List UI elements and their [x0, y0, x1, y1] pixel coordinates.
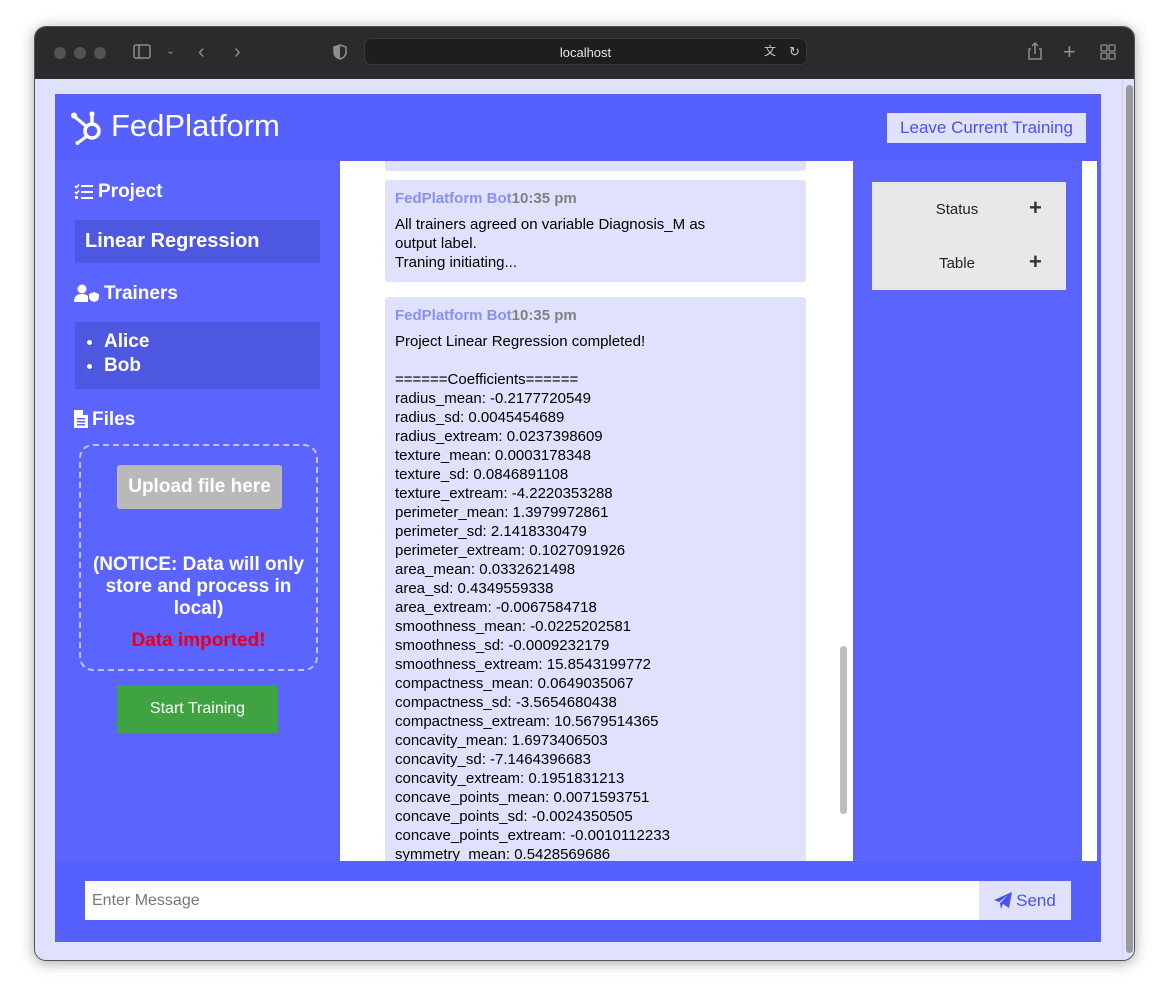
- page-scrollbar[interactable]: [1122, 79, 1134, 960]
- trainers-label: Trainers: [104, 283, 178, 304]
- back-icon[interactable]: ‹: [198, 42, 205, 62]
- page-viewport: FedPlatform Leave Current Training Proje…: [35, 79, 1122, 960]
- paper-plane-icon: [994, 892, 1013, 909]
- tab-overview-icon[interactable]: [1100, 44, 1116, 63]
- local-data-notice: (NOTICE: Data will only store and proces…: [92, 554, 305, 619]
- project-name: Linear Regression: [75, 220, 320, 263]
- table-accordion-item[interactable]: Table +: [872, 236, 1066, 290]
- project-label: Project: [98, 181, 163, 202]
- page-scrollbar-thumb[interactable]: [1126, 85, 1133, 953]
- file-icon: [74, 410, 88, 428]
- user-shield-icon: [74, 284, 99, 302]
- status-label: Status: [935, 201, 979, 218]
- leave-training-button[interactable]: Leave Current Training: [887, 113, 1086, 143]
- right-edge-strip: [1082, 161, 1097, 861]
- browser-titlebar: ⌄ ‹ › localhost 文 ↻ +: [35, 27, 1134, 80]
- shield-icon[interactable]: [333, 44, 347, 63]
- url-text: localhost: [559, 45, 612, 60]
- new-tab-icon[interactable]: +: [1063, 41, 1076, 63]
- browser-window: ⌄ ‹ › localhost 文 ↻ + FedPlatform Leave …: [34, 26, 1135, 961]
- plus-icon[interactable]: +: [1029, 195, 1042, 221]
- message-body: Project Linear Regression completed! ===…: [395, 333, 670, 861]
- panel-divider: [851, 161, 853, 861]
- close-window-button[interactable]: [54, 47, 66, 59]
- message-author: FedPlatform Bot: [395, 190, 512, 207]
- app-title: FedPlatform: [111, 108, 280, 143]
- status-accordion-item[interactable]: Status +: [872, 182, 1066, 236]
- chat-message: FedPlatform Bot10:35 pm All trainers agr…: [385, 180, 806, 282]
- message-time: 10:35 pm: [511, 307, 577, 324]
- sidebar-toggle-icon[interactable]: [133, 44, 151, 62]
- project-section-title: Project: [74, 181, 162, 203]
- minimize-window-button[interactable]: [74, 47, 86, 59]
- forward-icon[interactable]: ›: [234, 42, 241, 62]
- chat-scrollbar[interactable]: [840, 646, 847, 814]
- app-container: FedPlatform Leave Current Training Proje…: [55, 94, 1101, 942]
- trainer-list: Alice Bob: [75, 322, 320, 389]
- trainers-section-title: Trainers: [74, 283, 178, 305]
- hubspot-logo-icon: [70, 109, 104, 150]
- send-button[interactable]: Send: [979, 881, 1071, 920]
- message-input[interactable]: [85, 881, 979, 920]
- left-sidebar: Project Linear Regression Trainers Alice…: [55, 161, 340, 861]
- info-accordion: Status + Table +: [872, 182, 1066, 290]
- right-panel: Status + Table +: [851, 161, 1101, 861]
- message-time: 10:35 pm: [511, 190, 577, 207]
- chat-panel[interactable]: FedPlatform Bot10:35 pm All trainers agr…: [340, 161, 851, 861]
- previous-message-card: [385, 161, 806, 171]
- upload-file-button[interactable]: Upload file here: [117, 465, 282, 509]
- plus-icon[interactable]: +: [1029, 249, 1042, 275]
- message-body: All trainers agreed on variable Diagnosi…: [395, 216, 706, 271]
- app-header: FedPlatform Leave Current Training: [55, 94, 1101, 161]
- import-status: Data imported!: [131, 630, 266, 651]
- address-bar[interactable]: localhost 文 ↻: [364, 38, 807, 65]
- message-footer: Send: [55, 861, 1101, 942]
- send-label: Send: [1016, 891, 1056, 910]
- checklist-icon: [74, 183, 93, 199]
- message-author: FedPlatform Bot: [395, 307, 512, 324]
- chat-message: FedPlatform Bot10:35 pm Project Linear R…: [385, 297, 806, 861]
- zoom-window-button[interactable]: [94, 47, 106, 59]
- table-label: Table: [939, 255, 975, 272]
- file-dropzone[interactable]: Upload file here (NOTICE: Data will only…: [79, 444, 318, 671]
- reload-icon[interactable]: ↻: [789, 45, 800, 58]
- files-label: Files: [92, 409, 136, 430]
- chevron-down-icon[interactable]: ⌄: [166, 46, 175, 57]
- files-section-title: Files: [74, 409, 135, 431]
- start-training-button[interactable]: Start Training: [117, 685, 278, 733]
- trainer-item: Alice: [104, 330, 320, 354]
- share-icon[interactable]: [1027, 41, 1043, 64]
- translate-icon[interactable]: 文: [764, 45, 776, 57]
- trainer-item: Bob: [104, 354, 320, 378]
